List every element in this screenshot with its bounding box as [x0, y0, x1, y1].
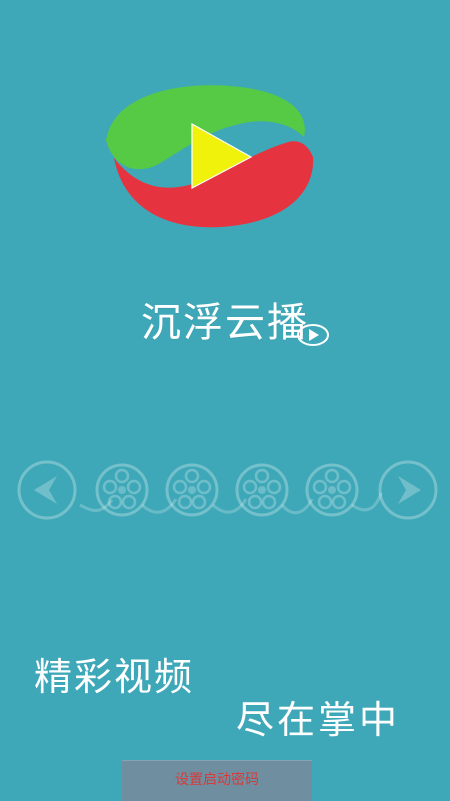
app-title: 沉浮云播	[141, 300, 309, 346]
slogan-line-2: 尽在掌中	[236, 698, 401, 742]
film-reel-icon-2	[165, 463, 219, 517]
chevron-right-icon	[378, 460, 438, 520]
app-logo-icon	[106, 85, 314, 228]
set-startup-password-button[interactable]: 设置启动密码	[122, 760, 312, 801]
play-icon	[297, 324, 329, 346]
film-reel-icon-4	[305, 463, 359, 517]
slogan-line-1: 精彩视频	[34, 655, 195, 699]
film-reel-icon-1	[95, 463, 149, 517]
splash-screen: 沉浮云播 精彩视频 尽在掌中 设置启动密码	[0, 0, 450, 801]
film-reel-icon-3	[235, 463, 289, 517]
film-strip-decoration	[17, 460, 438, 520]
chevron-left-icon	[17, 460, 77, 520]
